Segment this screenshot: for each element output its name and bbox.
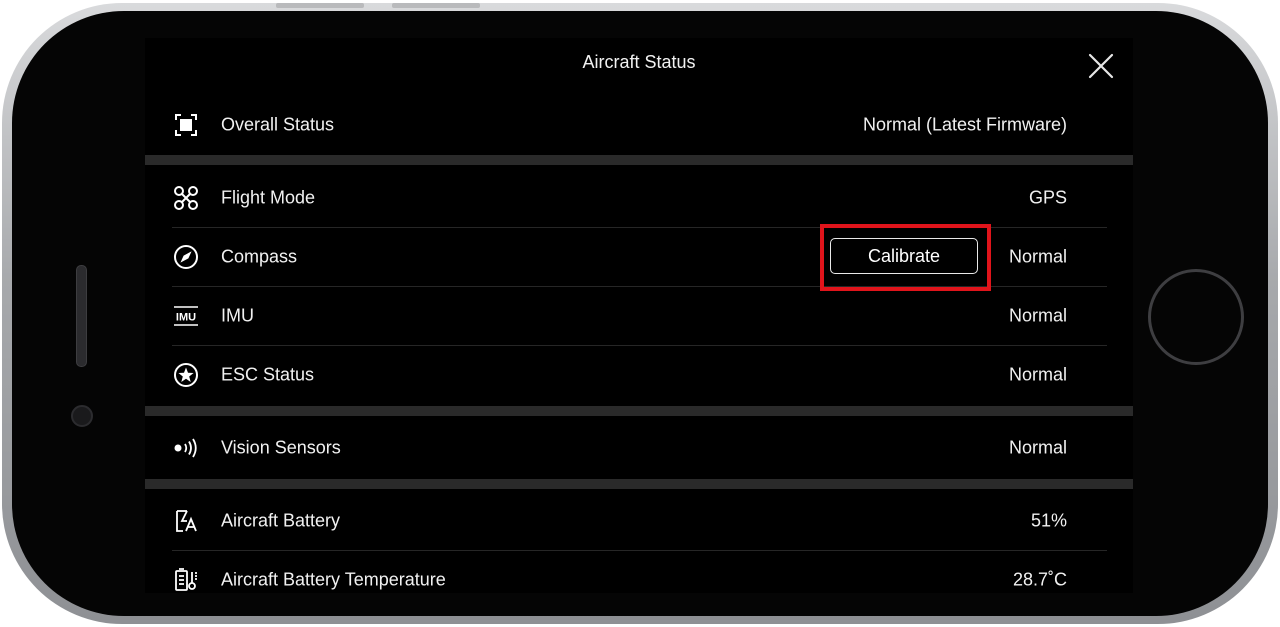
- speaker-grille: [76, 265, 87, 367]
- section-divider: [145, 479, 1133, 489]
- row-vision-sensors: Vision Sensors Normal: [172, 418, 1107, 477]
- volume-button: [276, 3, 364, 8]
- row-value: Normal: [1008, 364, 1067, 384]
- row-value: GPS: [1028, 187, 1067, 207]
- close-icon[interactable]: [1087, 52, 1115, 80]
- row-value: 51%: [1030, 510, 1067, 530]
- imu-icon: IMU: [172, 302, 200, 330]
- row-label: Compass: [221, 246, 298, 266]
- row-flight-mode: Flight Mode GPS: [172, 168, 1107, 227]
- overall-status-icon: [172, 111, 200, 139]
- row-label: Flight Mode: [221, 187, 316, 207]
- row-battery-temperature: Aircraft Battery Temperature 28.7˚C: [172, 550, 1107, 593]
- battery-temperature-icon: [172, 566, 200, 594]
- row-label: Aircraft Battery Temperature: [221, 569, 446, 589]
- row-value: Normal: [1008, 305, 1067, 325]
- row-overall-status: Overall Status Normal (Latest Firmware): [172, 95, 1107, 154]
- row-label: Vision Sensors: [221, 437, 341, 457]
- vision-sensor-icon: [172, 434, 200, 462]
- front-camera: [71, 405, 93, 427]
- esc-icon: [172, 361, 200, 389]
- row-aircraft-battery: Aircraft Battery 51%: [172, 491, 1107, 550]
- row-label: Overall Status: [221, 114, 335, 134]
- row-label: ESC Status: [221, 364, 315, 384]
- row-value: 28.7˚C: [1012, 569, 1067, 589]
- drone-icon: [172, 184, 200, 212]
- section-divider: [145, 155, 1133, 165]
- row-value: Normal: [1008, 437, 1067, 457]
- aircraft-status-panel: Aircraft Status Overall Status Normal (L…: [145, 38, 1133, 593]
- row-imu: IMU IMU Normal: [172, 286, 1107, 345]
- volume-button: [392, 3, 480, 8]
- home-button[interactable]: [1148, 269, 1244, 365]
- row-value: Normal (Latest Firmware): [862, 114, 1067, 134]
- row-label: Aircraft Battery: [221, 510, 341, 530]
- row-value: Normal: [1008, 246, 1067, 266]
- battery-icon: [172, 507, 200, 535]
- calibrate-highlight-box: [820, 224, 991, 291]
- row-label: IMU: [221, 305, 254, 325]
- imu-icon-text: IMU: [176, 311, 196, 323]
- row-esc-status: ESC Status Normal: [172, 345, 1107, 404]
- page-title: Aircraft Status: [582, 52, 696, 72]
- compass-icon: [172, 243, 200, 271]
- section-divider: [145, 406, 1133, 416]
